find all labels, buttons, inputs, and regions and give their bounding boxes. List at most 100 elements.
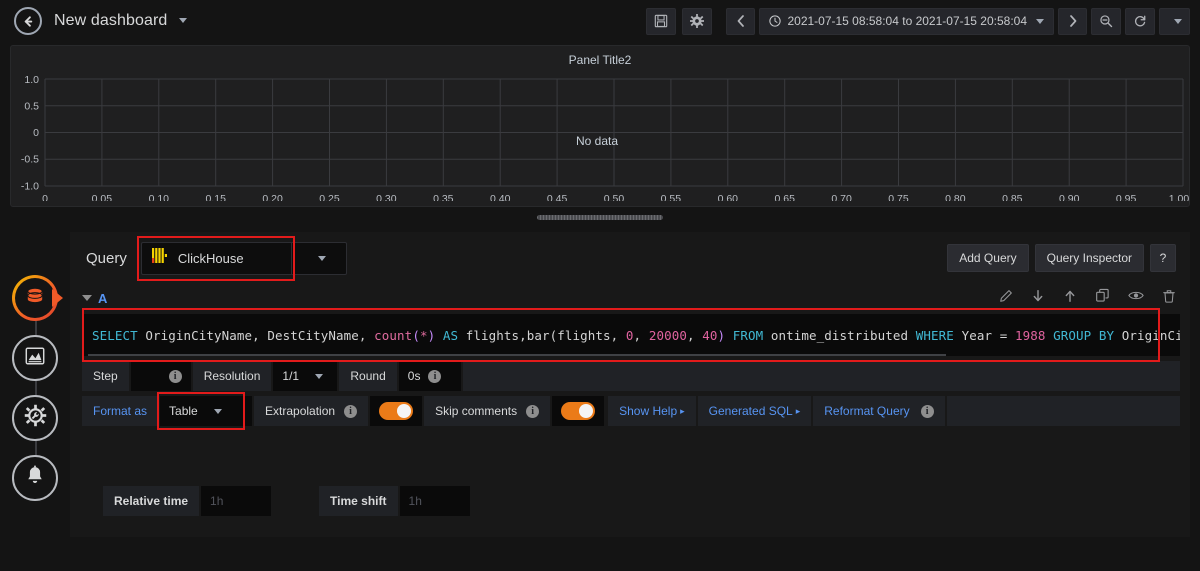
query-row-actions [999, 288, 1176, 308]
info-icon[interactable]: i [168, 369, 182, 383]
query-options-row-1: Step i Resolution 1/1 Round 0s i [82, 361, 1180, 391]
query-row-header: A [70, 284, 1190, 312]
svg-text:0.10: 0.10 [149, 193, 170, 201]
sidebar-item-general-settings[interactable] [12, 395, 58, 441]
save-dashboard-button[interactable] [646, 7, 677, 35]
svg-text:0.15: 0.15 [205, 193, 226, 201]
svg-text:-0.5: -0.5 [21, 154, 39, 166]
sidebar-item-alert[interactable] [12, 455, 58, 501]
datasource-picker[interactable]: ClickHouse [140, 241, 291, 275]
refresh-icon [1134, 15, 1146, 27]
info-icon[interactable]: i [526, 404, 540, 418]
svg-text:0.40: 0.40 [490, 193, 511, 201]
sql-editor-underline [88, 354, 946, 356]
chevron-right-icon [1069, 15, 1076, 27]
svg-text:-1.0: -1.0 [21, 181, 39, 193]
time-range-text: 2021-07-15 08:58:04 to 2021-07-15 20:58:… [787, 14, 1027, 28]
chevron-down-icon[interactable] [82, 295, 92, 301]
arrow-left-icon [24, 15, 32, 27]
query-inspector-button[interactable]: Query Inspector [1034, 244, 1144, 272]
dashboard-title-text: New dashboard [54, 12, 168, 29]
skip-comments-toggle[interactable] [561, 402, 596, 420]
y-axis-ticks: 1.0 0.5 0 -0.5 -1.0 [21, 74, 39, 193]
format-as-select[interactable]: Table [160, 396, 253, 426]
svg-text:0.75: 0.75 [888, 193, 909, 201]
datasource-dropdown-button[interactable] [290, 241, 347, 275]
reformat-query-button[interactable]: Reformat Query i [813, 396, 945, 426]
format-as-value: Table [169, 404, 198, 418]
panel-title: Panel Title2 [568, 53, 632, 67]
move-query-down-icon[interactable] [1031, 289, 1045, 308]
resolution-label: Resolution [192, 361, 272, 391]
sql-text: SELECT OriginCityName, DestCityName, cou… [92, 327, 1180, 343]
extrapolation-label-text: Extrapolation [265, 404, 336, 418]
svg-text:0.35: 0.35 [433, 193, 454, 201]
info-icon[interactable]: i [344, 404, 358, 418]
page-title[interactable]: New dashboard [54, 12, 187, 30]
zoom-out-time-button[interactable] [1091, 7, 1121, 35]
skip-comments-toggle-cell [552, 396, 605, 426]
info-icon[interactable]: i [428, 369, 442, 383]
query-label: Query [86, 249, 127, 267]
chevron-right-icon: ▸ [680, 405, 685, 416]
relative-time-input[interactable]: 1h [201, 485, 272, 516]
svg-text:0.95: 0.95 [1116, 193, 1137, 201]
svg-text:0: 0 [42, 193, 48, 201]
time-range-next-button[interactable] [1058, 7, 1087, 35]
query-help-button[interactable]: ? [1150, 244, 1176, 272]
query-time-options-card: Relative time 1h Time shift 1h [85, 478, 1175, 523]
sidebar-item-queries[interactable] [12, 275, 63, 321]
show-help-button[interactable]: Show Help ▸ [608, 396, 696, 426]
duplicate-query-icon[interactable] [1095, 288, 1110, 308]
clock-icon [769, 15, 782, 27]
bell-icon [25, 464, 45, 492]
active-tab-pointer [52, 289, 63, 307]
refresh-button[interactable] [1125, 7, 1155, 35]
query-row-name[interactable]: A [98, 291, 107, 306]
query-options-row-2: Format as Table Extrapolation i Skip com… [82, 392, 1180, 430]
time-range-prev-button[interactable] [726, 7, 756, 35]
panel-graph-area[interactable]: 1.0 0.5 0 -0.5 -1.0 0 0.05 0.10 0.15 0.2… [11, 71, 1191, 201]
move-query-up-icon[interactable] [1063, 289, 1077, 308]
no-data-message: No data [576, 134, 619, 148]
resolution-select[interactable]: 1/1 [273, 361, 338, 391]
svg-text:0.80: 0.80 [945, 193, 966, 201]
panel-resize-handle[interactable] [537, 215, 663, 220]
info-icon[interactable]: i [920, 404, 934, 418]
sql-editor[interactable]: SELECT OriginCityName, DestCityName, cou… [82, 314, 1180, 356]
svg-text:0.25: 0.25 [319, 193, 340, 201]
svg-text:0.65: 0.65 [774, 193, 795, 201]
edit-query-icon[interactable] [999, 289, 1013, 308]
refresh-interval-dropdown[interactable] [1159, 7, 1190, 35]
generated-sql-button[interactable]: Generated SQL ▸ [697, 396, 812, 426]
dashboard-settings-button[interactable] [682, 7, 713, 35]
svg-text:1.00: 1.00 [1169, 193, 1190, 201]
resolution-value: 1/1 [282, 369, 300, 383]
relative-time-label: Relative time [103, 485, 200, 516]
svg-text:0.70: 0.70 [831, 193, 852, 201]
extrapolation-label: Extrapolation i [254, 396, 369, 426]
clickhouse-logo-icon [151, 248, 169, 268]
database-icon [23, 284, 47, 313]
svg-text:0: 0 [33, 127, 39, 139]
step-label: Step [82, 361, 129, 391]
add-query-button[interactable]: Add Query [947, 244, 1029, 272]
back-button[interactable] [14, 7, 42, 35]
time-range-picker[interactable]: 2021-07-15 08:58:04 to 2021-07-15 20:58:… [759, 7, 1054, 35]
rail-connector-line [35, 305, 37, 477]
round-input[interactable]: 0s i [398, 361, 461, 391]
datasource-name: ClickHouse [177, 250, 244, 266]
round-label: Round [339, 361, 397, 391]
delete-query-icon[interactable] [1162, 289, 1176, 308]
sidebar-item-visualization[interactable] [12, 335, 58, 381]
step-input[interactable]: i [130, 361, 191, 391]
extrapolation-toggle[interactable] [379, 402, 414, 420]
show-help-label: Show Help [619, 404, 678, 418]
time-shift-input[interactable]: 1h [399, 485, 470, 516]
gear-wrench-icon [24, 404, 47, 432]
format-as-label[interactable]: Format as [82, 396, 159, 426]
grafana-dashboard-edit-page: New dashboard 2021-07-15 08:58:04 to 202… [0, 0, 1200, 571]
toggle-query-visibility-icon[interactable] [1128, 289, 1144, 307]
skip-comments-label-text: Skip comments [435, 404, 518, 418]
options-row-filler [946, 396, 1180, 426]
